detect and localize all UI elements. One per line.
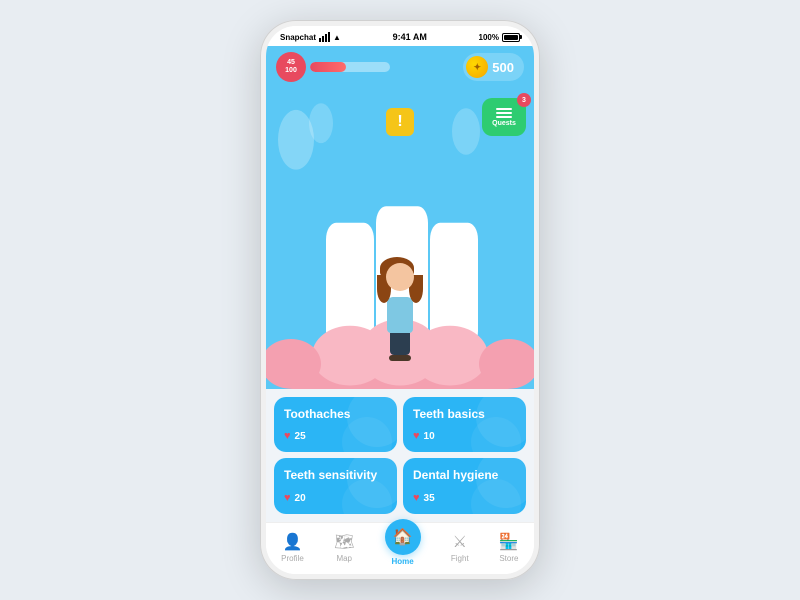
nav-map[interactable]: 🗺 Map: [326, 530, 362, 565]
store-icon: 🏪: [499, 532, 519, 552]
health-current: 45: [287, 59, 295, 67]
heart-count-1: 10: [424, 431, 435, 442]
profile-label: Profile: [281, 554, 304, 563]
status-time: 9:41 AM: [393, 32, 427, 42]
alert-icon: !: [386, 108, 414, 136]
card-hearts-teeth-basics: ♥ 10: [413, 430, 516, 442]
health-circle: 45 100: [276, 52, 306, 82]
menu-line-2: [496, 112, 512, 114]
coin-count: 500: [492, 60, 514, 75]
character-body: [387, 297, 413, 333]
card-title-dental-hygiene: Dental hygiene: [413, 468, 516, 484]
character-head: [386, 263, 414, 291]
status-left: Snapchat ▲: [280, 32, 341, 42]
fight-label: Fight: [451, 554, 469, 563]
map-label: Map: [336, 554, 352, 563]
card-teeth-basics[interactable]: Teeth basics ♥ 10: [403, 397, 526, 453]
game-scene: ! Quests 3: [266, 90, 534, 389]
card-hearts-toothaches: ♥ 25: [284, 430, 387, 442]
health-max: 100: [285, 67, 297, 75]
heart-count-0: 25: [295, 431, 306, 442]
coin-area: ✦ 500: [463, 53, 524, 81]
heart-icon-0: ♥: [284, 430, 291, 442]
card-toothaches[interactable]: Toothaches ♥ 25: [274, 397, 397, 453]
home-label: Home: [392, 557, 414, 566]
battery-percent: 100%: [479, 33, 499, 42]
status-bar: Snapchat ▲ 9:41 AM 100%: [266, 26, 534, 46]
nav-profile[interactable]: 👤 Profile: [273, 530, 312, 565]
menu-line-3: [496, 116, 512, 118]
nav-home[interactable]: 🏠 Home: [377, 527, 429, 568]
health-bar-container: [310, 62, 390, 72]
phone-screen: Snapchat ▲ 9:41 AM 100%: [266, 26, 534, 574]
heart-count-3: 35: [424, 493, 435, 504]
alert-symbol: !: [397, 113, 402, 131]
heart-count-2: 20: [295, 493, 306, 504]
menu-line-1: [496, 108, 512, 110]
battery-icon: [502, 33, 520, 42]
card-hearts-dental-hygiene: ♥ 35: [413, 492, 516, 504]
character: [383, 259, 417, 361]
battery-fill: [504, 35, 518, 40]
quest-menu-icon: [496, 108, 512, 118]
heart-icon-3: ♥: [413, 492, 420, 504]
character-legs: [390, 333, 410, 355]
quest-button[interactable]: Quests 3: [482, 98, 526, 136]
card-hearts-teeth-sensitivity: ♥ 20: [284, 492, 387, 504]
bottom-nav: 👤 Profile 🗺 Map 🏠 Home ⚔ Fight 🏪 Store: [266, 522, 534, 574]
status-right: 100%: [479, 33, 520, 42]
signal-icon: [319, 32, 330, 42]
category-cards: Toothaches ♥ 25 Teeth basics ♥ 10 Teeth …: [266, 389, 534, 522]
nav-fight[interactable]: ⚔ Fight: [443, 530, 477, 565]
character-head-area: [383, 259, 417, 299]
wifi-icon: ▲: [333, 33, 341, 42]
profile-icon: 👤: [283, 532, 303, 552]
home-icon: 🏠: [393, 527, 413, 547]
carrier-label: Snapchat: [280, 33, 316, 42]
character-feet: [389, 355, 411, 361]
card-title-teeth-basics: Teeth basics: [413, 407, 516, 423]
map-icon: 🗺: [334, 532, 354, 552]
fight-icon: ⚔: [453, 532, 467, 552]
home-circle: 🏠: [385, 519, 421, 555]
heart-icon-1: ♥: [413, 430, 420, 442]
quest-label: Quests: [492, 120, 516, 127]
card-title-toothaches: Toothaches: [284, 407, 387, 423]
card-dental-hygiene[interactable]: Dental hygiene ♥ 35: [403, 458, 526, 514]
coin-icon: ✦: [466, 56, 488, 78]
hud-bar: 45 100 ✦ 500: [266, 46, 534, 90]
nav-store[interactable]: 🏪 Store: [491, 530, 527, 565]
health-bar-fill: [310, 62, 346, 72]
health-area: 45 100: [276, 52, 390, 82]
card-teeth-sensitivity[interactable]: Teeth sensitivity ♥ 20: [274, 458, 397, 514]
quest-badge: 3: [517, 93, 531, 107]
store-label: Store: [499, 554, 518, 563]
heart-icon-2: ♥: [284, 492, 291, 504]
phone-frame: Snapchat ▲ 9:41 AM 100%: [260, 20, 540, 580]
card-title-teeth-sensitivity: Teeth sensitivity: [284, 468, 387, 484]
